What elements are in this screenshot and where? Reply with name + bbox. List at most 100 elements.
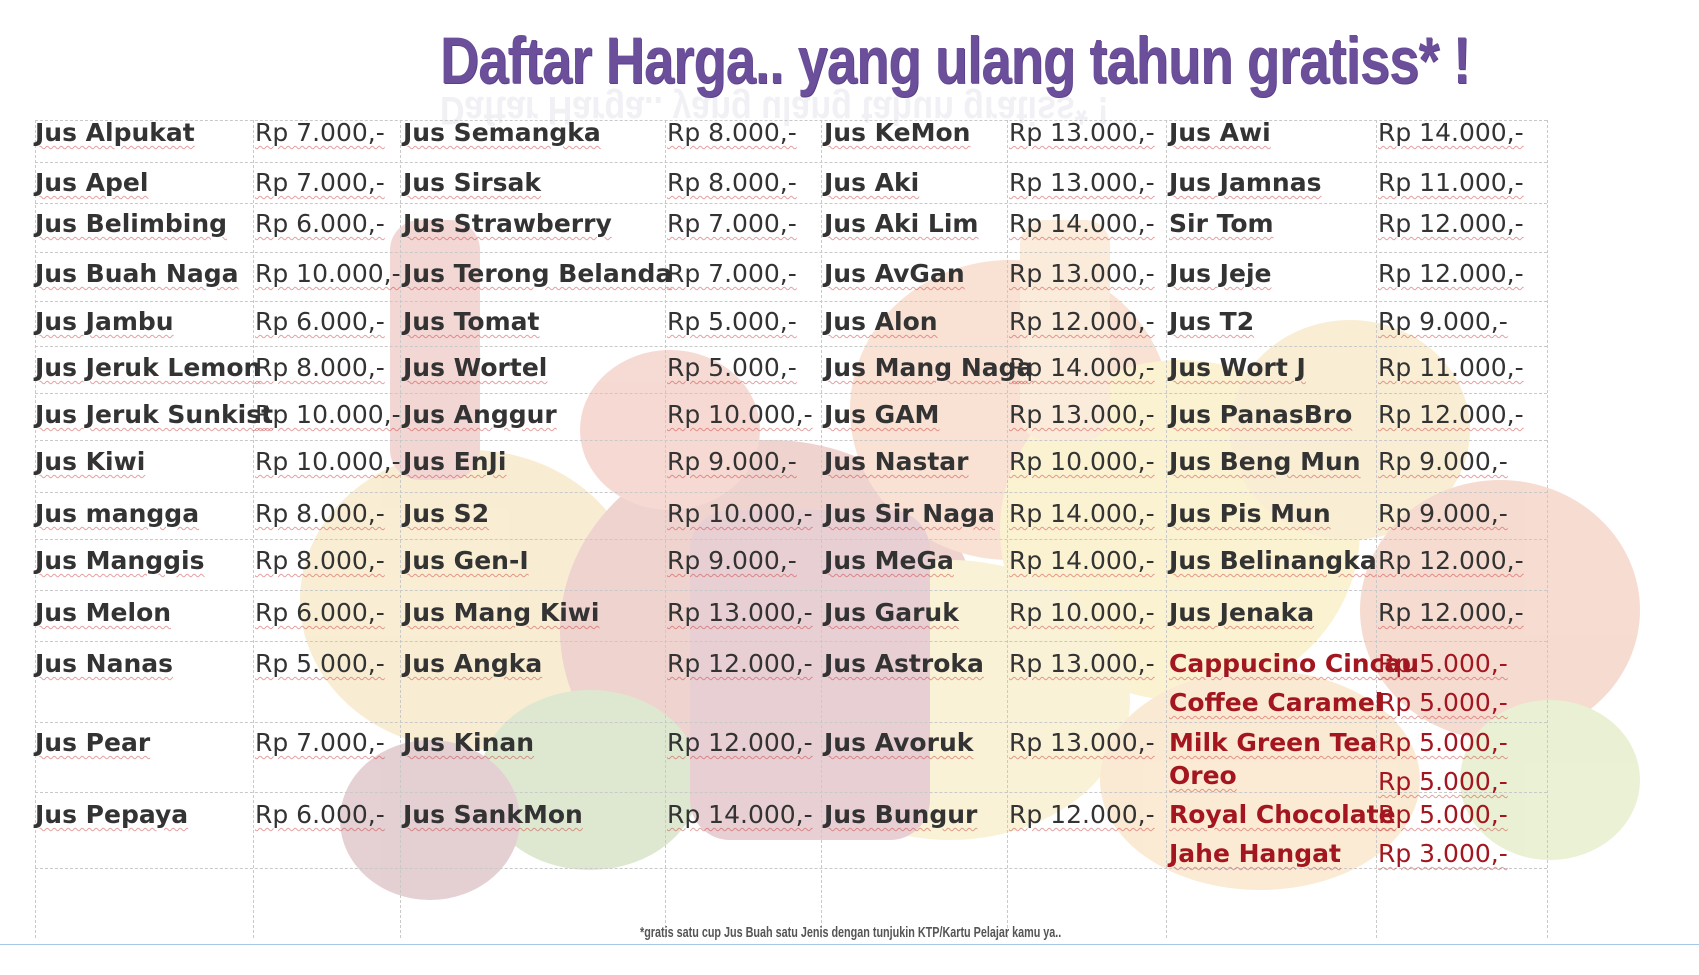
menu-item-name: Jus Astroka (824, 649, 984, 678)
menu-item-name: Jus Mang Naga (824, 353, 1034, 382)
column-divider (400, 120, 401, 938)
row-divider (35, 539, 1547, 540)
menu-item-name: Jus Melon (35, 598, 172, 627)
menu-item-name: Jus Angka (403, 649, 543, 678)
menu-item-price: Rp 10.000,- (1009, 447, 1155, 476)
menu-item-name: Jus Jeruk Lemon (35, 353, 262, 382)
column-divider (1547, 120, 1548, 938)
menu-item-price: Rp 10.000,- (255, 400, 401, 429)
menu-item-name: Jus Pis Mun (1169, 499, 1331, 528)
menu-item-price: Rp 10.000,- (255, 259, 401, 288)
menu-item-name: Jus EnJi (403, 447, 507, 476)
row-divider (35, 162, 1547, 163)
special-drink-price: Rp 5.000,- (1378, 649, 1508, 678)
row-divider (35, 301, 1547, 302)
menu-item-name: Jus T2 (1169, 307, 1255, 336)
menu-item-price: Rp 10.000,- (667, 499, 813, 528)
row-divider (35, 393, 1547, 394)
special-drink-price: Rp 3.000,- (1378, 839, 1508, 868)
menu-item-price: Rp 6.000,- (255, 307, 385, 336)
menu-item-name: Jus KeMon (824, 118, 971, 147)
menu-item-name: Jus Jenaka (1169, 598, 1315, 627)
menu-item-name: Jus Jamnas (1169, 168, 1322, 197)
row-divider (35, 252, 1547, 253)
menu-item-name: Jus Tomat (403, 307, 540, 336)
menu-item-name: Jus Kiwi (35, 447, 146, 476)
menu-item-price: Rp 6.000,- (255, 598, 385, 627)
column-divider (821, 120, 822, 938)
menu-item-price: Rp 14.000,- (1009, 499, 1155, 528)
menu-item-price: Rp 7.000,- (667, 209, 797, 238)
menu-item-price: Rp 5.000,- (667, 307, 797, 336)
row-divider (35, 722, 1547, 723)
menu-item-name: Jus Wortel (403, 353, 548, 382)
menu-item-price: Rp 5.000,- (255, 649, 385, 678)
menu-item-name: Jus Terong Belanda (403, 259, 673, 288)
menu-item-name: Jus SankMon (403, 800, 583, 829)
menu-item-price: Rp 7.000,- (667, 259, 797, 288)
menu-item-price: Rp 11.000,- (1378, 353, 1524, 382)
menu-item-price: Rp 14.000,- (1009, 209, 1155, 238)
menu-item-price: Rp 13.000,- (1009, 118, 1155, 147)
menu-item-price: Rp 12.000,- (1009, 800, 1155, 829)
menu-item-name: Jus S2 (403, 499, 490, 528)
special-drink-price: Rp 5.000,- (1378, 800, 1508, 829)
row-divider (35, 203, 1547, 204)
menu-item-price: Rp 8.000,- (255, 546, 385, 575)
menu-item-name: Jus Avoruk (824, 728, 974, 757)
menu-item-price: Rp 10.000,- (255, 447, 401, 476)
menu-item-price: Rp 6.000,- (255, 209, 385, 238)
menu-item-name: Jus Pear (35, 728, 151, 757)
menu-item-price: Rp 9.000,- (667, 546, 797, 575)
menu-item-price: Rp 7.000,- (255, 168, 385, 197)
menu-item-price: Rp 9.000,- (1378, 447, 1508, 476)
special-drink-price: Rp 5.000,- (1378, 688, 1508, 717)
menu-item-price: Rp 9.000,- (1378, 307, 1508, 336)
menu-item-name: Jus Buah Naga (35, 259, 239, 288)
menu-item-name: Jus Jeruk Sunkist (35, 400, 274, 429)
menu-item-name: Jus GAM (824, 400, 940, 429)
menu-item-name: Jus Mang Kiwi (403, 598, 600, 627)
menu-item-price: Rp 9.000,- (1378, 499, 1508, 528)
menu-item-name: Jus AvGan (824, 259, 965, 288)
row-divider (35, 440, 1547, 441)
menu-item-name: Jus Semangka (403, 118, 601, 147)
menu-item-price: Rp 12.000,- (667, 649, 813, 678)
special-drink-name: Oreo (1169, 761, 1237, 790)
special-drink-name: Jahe Hangat (1169, 839, 1341, 868)
menu-item-price: Rp 13.000,- (1009, 259, 1155, 288)
menu-item-price: Rp 10.000,- (1009, 598, 1155, 627)
menu-item-name: Jus PanasBro (1169, 400, 1353, 429)
price-list-table: Jus Alpukat Rp 7.000,- Jus Apel Rp 7.000,- J… (35, 118, 1675, 938)
menu-item-name: Jus mangga (35, 499, 200, 528)
menu-item-price: Rp 13.000,- (1009, 400, 1155, 429)
menu-item-name: Jus Wort J (1169, 353, 1306, 382)
menu-item-name: Jus Garuk (824, 598, 959, 627)
menu-item-price: Rp 10.000,- (667, 400, 813, 429)
menu-item-name: Jus Sir Naga (824, 499, 995, 528)
menu-item-name: Jus Apel (35, 168, 149, 197)
menu-item-price: Rp 7.000,- (255, 118, 385, 147)
menu-item-price: Rp 13.000,- (667, 598, 813, 627)
menu-item-price: Rp 5.000,- (667, 353, 797, 382)
menu-item-price: Rp 14.000,- (1009, 546, 1155, 575)
menu-item-name: Jus MeGa (824, 546, 954, 575)
menu-item-name: Jus Awi (1169, 118, 1271, 147)
menu-item-name: Jus Kinan (403, 728, 535, 757)
menu-item-name: Jus Jeje (1169, 259, 1272, 288)
menu-item-price: Rp 14.000,- (1378, 118, 1524, 147)
menu-item-price: Rp 11.000,- (1378, 168, 1524, 197)
menu-item-name: Jus Bungur (824, 800, 978, 829)
row-divider (35, 641, 1547, 642)
menu-item-name: Jus Sirsak (403, 168, 541, 197)
menu-item-name: Jus Alpukat (35, 118, 195, 147)
menu-item-price: Rp 8.000,- (255, 499, 385, 528)
menu-item-price: Rp 14.000,- (667, 800, 813, 829)
menu-item-name: Jus Nanas (35, 649, 174, 678)
row-divider (35, 346, 1547, 347)
special-drink-price: Rp 5.000,- (1378, 767, 1508, 796)
bottom-divider (0, 944, 1699, 945)
menu-item-price: Rp 12.000,- (1378, 209, 1524, 238)
menu-item-name: Jus Aki Lim (824, 209, 979, 238)
menu-item-price: Rp 12.000,- (667, 728, 813, 757)
